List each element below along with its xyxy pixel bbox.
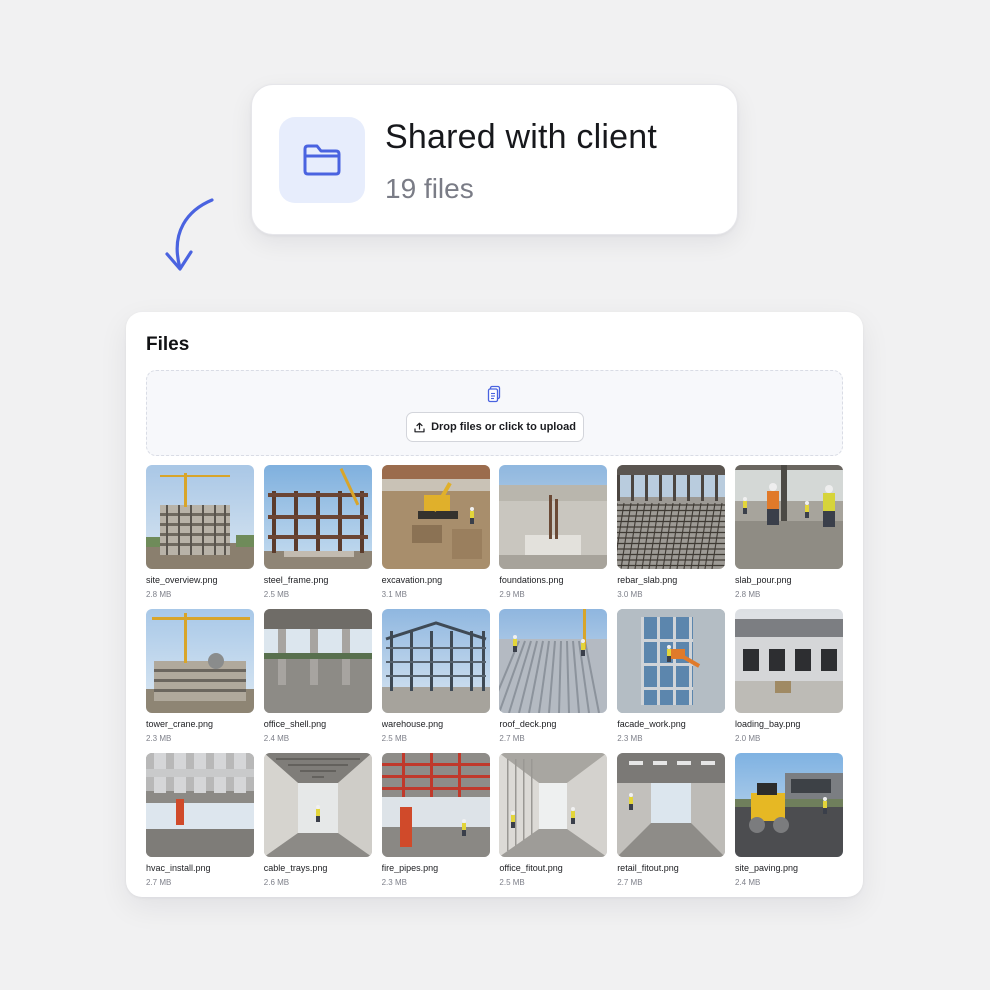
folder-card[interactable]: Shared with client 19 files [251, 84, 738, 235]
file-thumbnail[interactable] [146, 753, 254, 857]
file-name: site_overview.png [146, 575, 218, 585]
file-size: 2.3 MB [617, 734, 643, 743]
file-size: 2.8 MB [146, 590, 172, 599]
curved-arrow-icon [165, 198, 214, 271]
file-card[interactable]: warehouse.png 2.5 MB [381, 609, 490, 753]
file-card[interactable]: retail_fitout.png 2.7 MB [617, 753, 726, 897]
upload-button[interactable]: Drop files or click to upload [406, 412, 584, 442]
folder-icon-tile [279, 117, 365, 203]
file-thumbnail[interactable] [734, 609, 843, 713]
file-thumbnail[interactable] [146, 465, 254, 569]
file-card[interactable]: office_fitout.png 2.5 MB [499, 753, 608, 897]
document-icon [487, 385, 501, 403]
folder-title: Shared with client [385, 118, 657, 156]
file-card[interactable]: hvac_install.png 2.7 MB [146, 753, 254, 897]
file-size: 2.5 MB [263, 590, 290, 599]
file-name: warehouse.png [381, 719, 444, 729]
file-name: foundations.png [499, 575, 564, 585]
file-size: 3.0 MB [617, 590, 643, 599]
file-grid: site_overview.png 2.8 MB steel_frame.png 2… [146, 465, 843, 897]
file-thumbnail[interactable] [381, 609, 490, 713]
file-size: 2.4 MB [263, 734, 290, 743]
file-name: slab_pour.png [734, 575, 792, 585]
file-name: office_shell.png [263, 719, 327, 729]
files-panel: Files Drop files or click to upload site… [126, 312, 863, 897]
file-thumbnail[interactable] [499, 753, 608, 857]
file-thumbnail[interactable] [263, 465, 372, 569]
file-size: 2.7 MB [499, 734, 525, 743]
file-thumbnail[interactable] [617, 465, 726, 569]
file-name: retail_fitout.png [617, 863, 679, 873]
file-card[interactable]: steel_frame.png 2.5 MB [263, 465, 372, 609]
file-size: 2.7 MB [617, 878, 643, 887]
file-card[interactable]: cable_trays.png 2.6 MB [263, 753, 372, 897]
file-thumbnail[interactable] [617, 753, 726, 857]
upload-icon [414, 422, 425, 432]
file-size: 2.4 MB [734, 878, 761, 887]
file-thumbnail[interactable] [499, 609, 608, 713]
file-thumbnail[interactable] [263, 753, 372, 857]
file-thumbnail[interactable] [381, 753, 490, 857]
file-card[interactable]: slab_pour.png 2.8 MB [734, 465, 843, 609]
file-size: 2.3 MB [381, 878, 407, 887]
file-card[interactable]: excavation.png 3.1 MB [381, 465, 490, 609]
file-card[interactable]: tower_crane.png 2.3 MB [146, 609, 254, 753]
folder-file-count: 19 files [385, 173, 474, 204]
file-size: 2.8 MB [734, 590, 761, 599]
file-size: 2.6 MB [263, 878, 290, 887]
file-thumbnail[interactable] [146, 609, 254, 713]
file-card[interactable]: foundations.png 2.9 MB [499, 465, 608, 609]
file-size: 2.3 MB [146, 734, 172, 743]
file-size: 2.9 MB [499, 590, 525, 599]
file-name: office_fitout.png [499, 863, 563, 873]
file-thumbnail[interactable] [381, 465, 490, 569]
file-thumbnail[interactable] [499, 465, 608, 569]
file-card[interactable]: roof_deck.png 2.7 MB [499, 609, 608, 753]
file-name: fire_pipes.png [381, 863, 439, 873]
file-size: 2.0 MB [734, 734, 761, 743]
file-card[interactable]: office_shell.png 2.4 MB [263, 609, 372, 753]
files-panel-title: Files [146, 334, 190, 355]
file-card[interactable]: site_paving.png 2.4 MB [734, 753, 843, 897]
file-card[interactable]: rebar_slab.png 3.0 MB [617, 465, 726, 609]
file-name: roof_deck.png [499, 719, 557, 729]
file-thumbnail[interactable] [734, 753, 843, 857]
file-card[interactable]: loading_bay.png 2.0 MB [734, 609, 843, 753]
file-name: rebar_slab.png [617, 575, 678, 585]
file-name: hvac_install.png [146, 863, 211, 873]
file-name: excavation.png [381, 575, 443, 585]
file-thumbnail[interactable] [734, 465, 843, 569]
file-name: facade_work.png [617, 719, 686, 729]
file-size: 2.5 MB [381, 734, 407, 743]
file-size: 2.5 MB [499, 878, 525, 887]
file-card[interactable]: site_overview.png 2.8 MB [146, 465, 254, 609]
file-size: 2.7 MB [146, 878, 172, 887]
file-size: 3.1 MB [381, 590, 407, 599]
folder-icon [303, 144, 341, 176]
upload-button-label: Drop files or click to upload [431, 421, 576, 433]
file-card[interactable]: facade_work.png 2.3 MB [617, 609, 726, 753]
file-thumbnail[interactable] [617, 609, 726, 713]
file-name: loading_bay.png [734, 719, 801, 729]
file-name: tower_crane.png [146, 719, 214, 729]
file-name: steel_frame.png [263, 575, 329, 585]
file-name: cable_trays.png [263, 863, 328, 873]
file-card[interactable]: fire_pipes.png 2.3 MB [381, 753, 490, 897]
file-thumbnail[interactable] [263, 609, 372, 713]
file-name: site_paving.png [734, 863, 799, 873]
upload-dropzone[interactable]: Drop files or click to upload [146, 370, 843, 456]
